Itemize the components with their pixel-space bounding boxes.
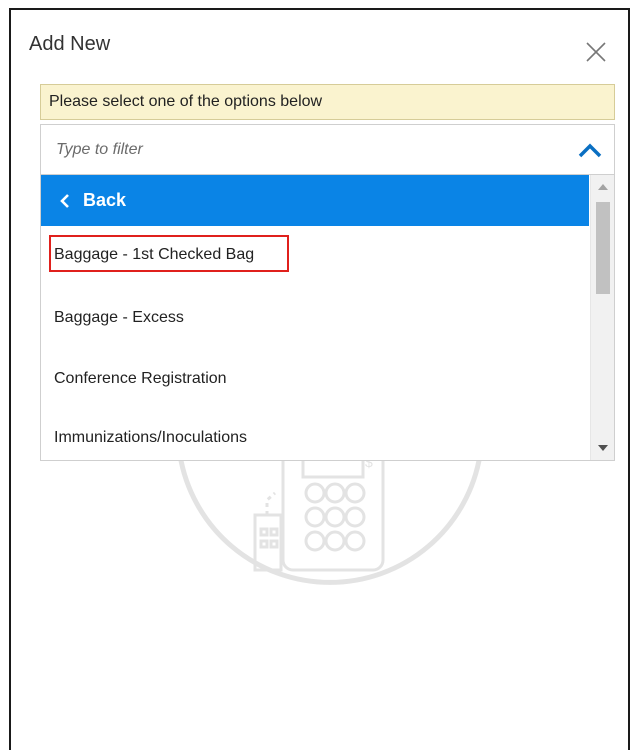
back-label: Back	[83, 190, 127, 210]
filter-box	[40, 124, 615, 174]
scroll-up-arrow-icon[interactable]	[598, 184, 608, 190]
back-button[interactable]: Back	[41, 175, 589, 226]
list-item[interactable]: Conference Registration	[41, 348, 589, 408]
list-item[interactable]: Baggage - Excess	[41, 287, 589, 347]
list-item-label: Immunizations/Inoculations	[54, 429, 247, 446]
chevron-up-icon	[578, 143, 602, 158]
instruction-banner: Please select one of the options below	[40, 84, 615, 120]
list-item[interactable]: Immunizations/Inoculations	[41, 409, 589, 460]
list-item-label: Conference Registration	[54, 370, 227, 387]
chevron-left-icon	[60, 194, 69, 208]
close-icon	[586, 42, 606, 62]
list-item-label: Baggage - Excess	[54, 309, 184, 326]
close-button[interactable]	[585, 41, 607, 63]
options-list[interactable]: Back Baggage - 1st Checked Bag Baggage -…	[40, 174, 615, 461]
scroll-thumb[interactable]	[596, 202, 610, 294]
list-item[interactable]: Baggage - 1st Checked Bag	[41, 226, 589, 286]
list-item-label: Baggage - 1st Checked Bag	[54, 246, 255, 263]
filter-input[interactable]	[56, 139, 536, 161]
scroll-down-arrow-icon[interactable]	[598, 445, 608, 451]
dialog-title: Add New	[29, 33, 111, 55]
list-scrollbar[interactable]	[590, 175, 614, 460]
dropdown-toggle-button[interactable]	[577, 141, 603, 159]
